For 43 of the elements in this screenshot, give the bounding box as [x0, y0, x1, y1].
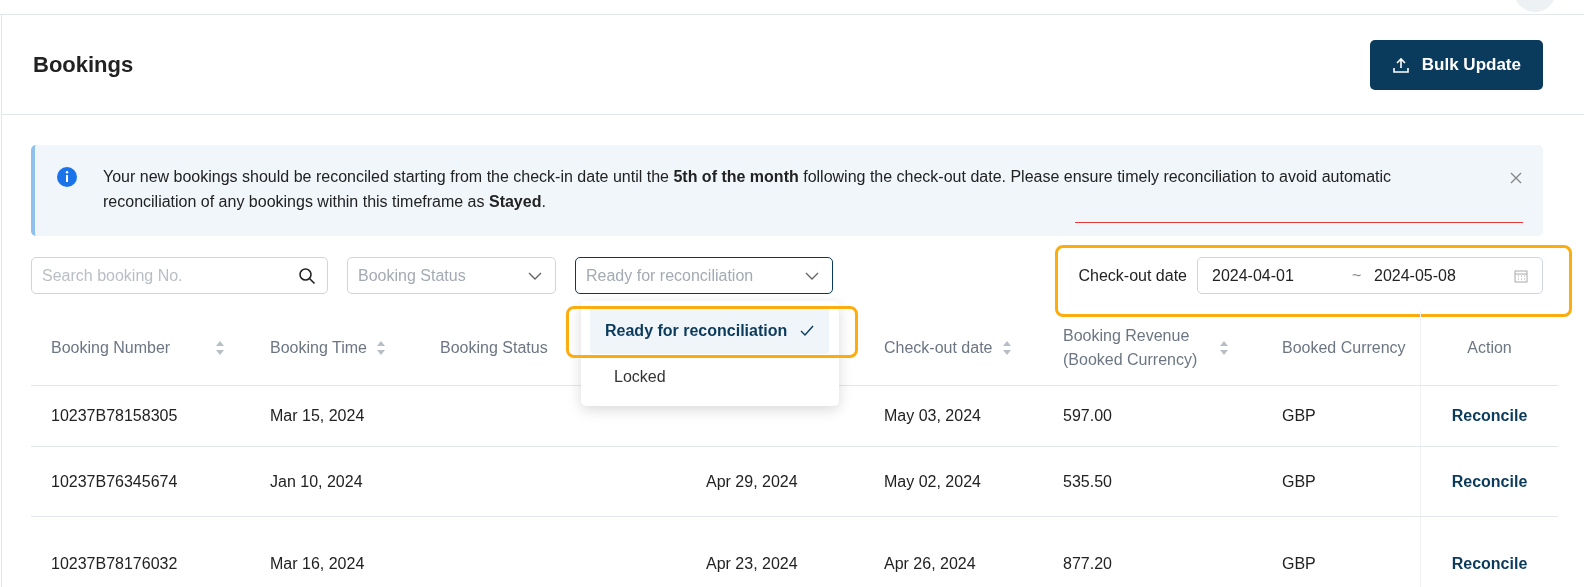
column-header: Booking Status — [440, 338, 548, 358]
chevron-icon — [804, 270, 820, 281]
page-title: Bookings — [33, 51, 134, 78]
table-cell: 10237B76345674 — [51, 472, 178, 491]
reconcile-link[interactable]: Reconcile — [1451, 555, 1528, 573]
bulk-update-button[interactable]: Bulk Update — [1369, 39, 1543, 90]
column-header: Booked Currency — [1282, 338, 1406, 358]
checkout-date-label: Check-out date — [1078, 266, 1187, 285]
reconcile-link[interactable]: Reconcile — [1451, 407, 1528, 425]
table-cell: 10237B78158305 — [51, 407, 178, 425]
table-cell: May 02, 2024 — [884, 472, 981, 491]
reconcile-link[interactable]: Reconcile — [1451, 472, 1528, 491]
column-header: Booking Number — [51, 338, 171, 358]
table-cell: Apr 29, 2024 — [706, 472, 798, 491]
table-cell: Mar 16, 2024 — [270, 555, 365, 573]
dropdown-option[interactable]: Ready for reconciliation — [590, 308, 829, 354]
table-cell: GBP — [1282, 555, 1316, 573]
column-header: Check-out date — [884, 338, 993, 358]
calendar-icon — [1514, 268, 1528, 283]
table-cell: 10237B78176032 — [51, 555, 178, 573]
notice-text: Your new bookings should be reconciled starting from the check-in date until the 5th of the month following the check-out date. Please ensure timely reconciliation to avoid automatic reconciliation of any bookings within this timeframe as Stayed. — [103, 167, 1393, 212]
close-icon[interactable] — [1509, 171, 1523, 185]
upload-icon — [1391, 55, 1410, 74]
column-header: Action — [1467, 338, 1512, 358]
column-header: Booking Revenue (Booked Currency) — [1063, 326, 1198, 370]
search-field[interactable]: Search booking No. — [31, 257, 328, 294]
table-cell: 877.20 — [1063, 555, 1112, 573]
search-icon — [298, 267, 316, 285]
table-cell: Mar 15, 2024 — [270, 407, 365, 425]
table-cell: Apr 23, 2024 — [706, 555, 798, 573]
dropdown-option[interactable]: Locked — [590, 354, 830, 400]
table-cell: Apr 26, 2024 — [884, 555, 976, 573]
table-cell: GBP — [1282, 472, 1316, 491]
check-icon — [800, 325, 814, 337]
table-cell: May 03, 2024 — [884, 407, 981, 425]
date-range-field[interactable]: 2024-04-01 ~ 2024-05-08 — [1197, 257, 1543, 294]
table-cell: 535.50 — [1063, 472, 1112, 491]
info-icon — [56, 166, 78, 188]
table-cell: Jan 10, 2024 — [270, 472, 363, 491]
chevron-icon — [527, 270, 543, 281]
column-header: Booking Time — [270, 338, 367, 358]
table-cell: 597.00 — [1063, 407, 1112, 425]
table-cell: GBP — [1282, 407, 1316, 425]
